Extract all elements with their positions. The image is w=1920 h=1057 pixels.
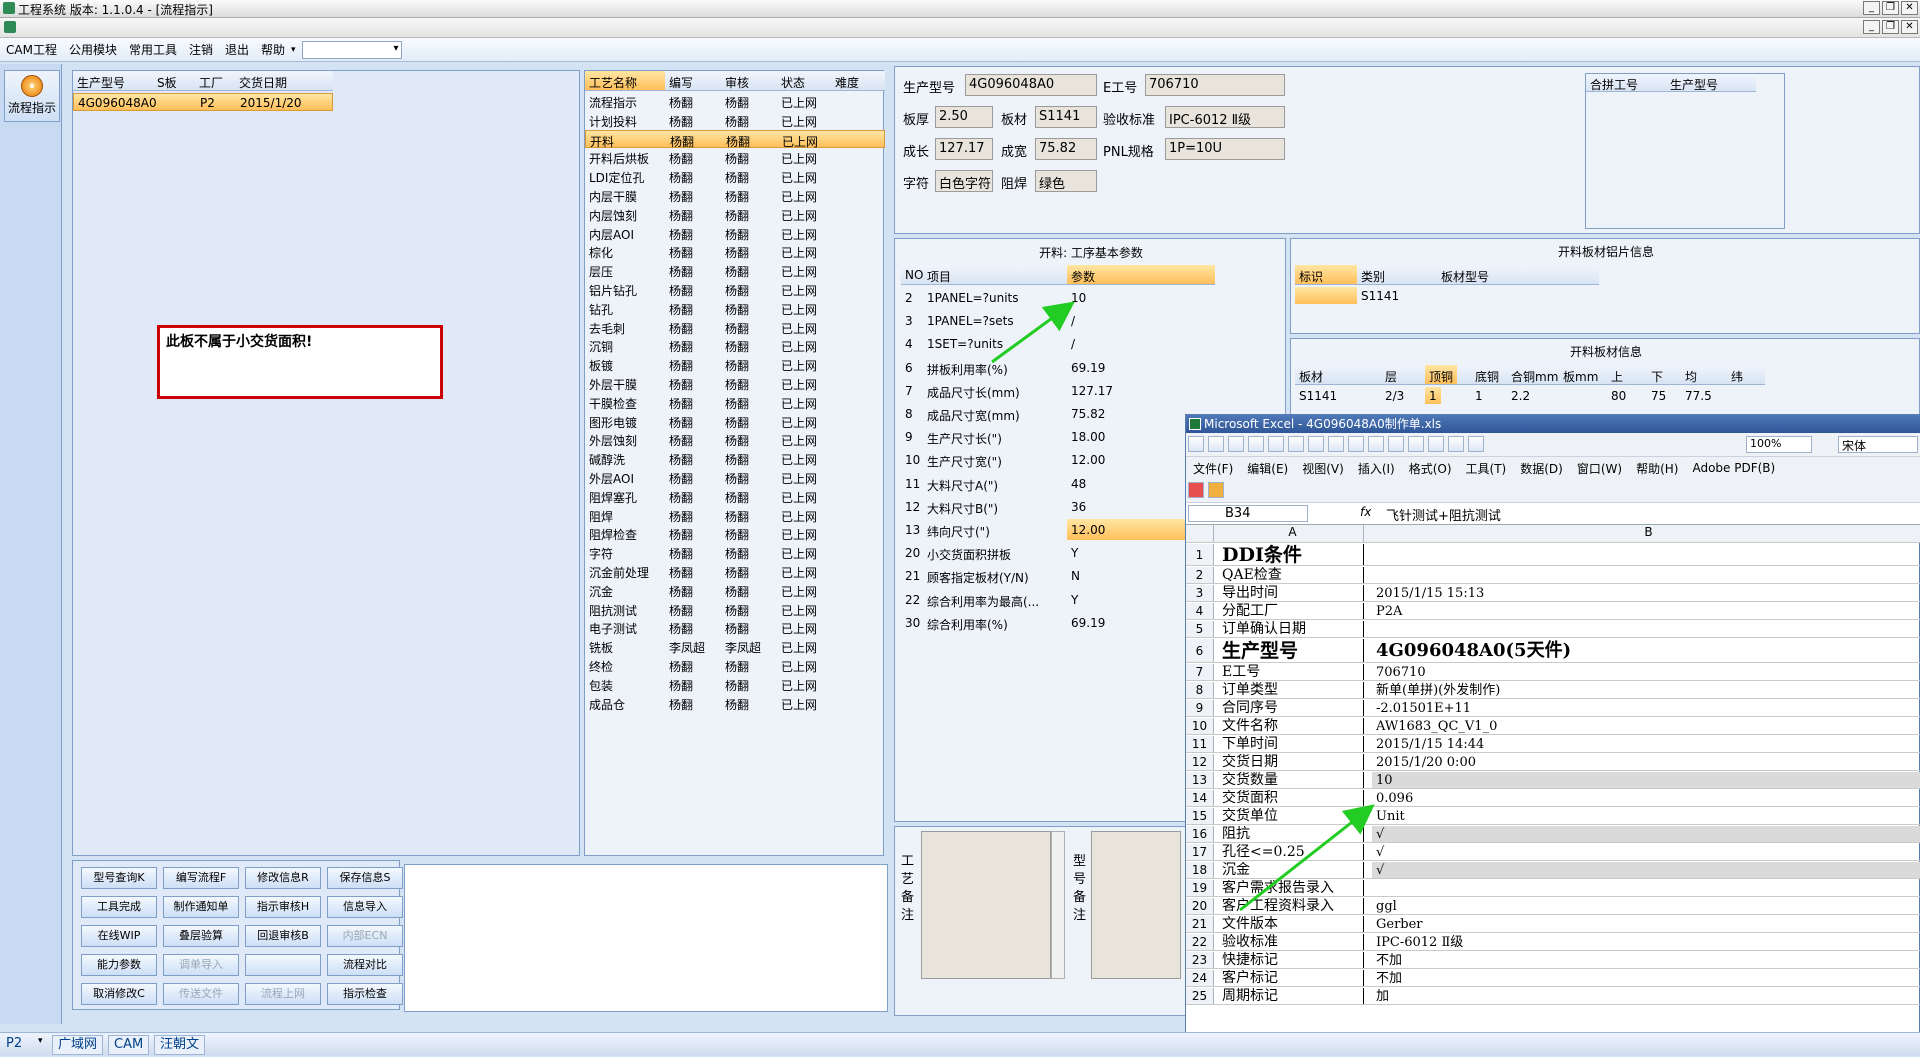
tab-wan[interactable]: 广域网: [52, 1035, 104, 1055]
status-bar: P2 ▾ 广域网 CAM 汪朝文: [0, 1032, 1920, 1056]
plant-select[interactable]: P2: [6, 1036, 22, 1051]
arrow-1panel: [991, 301, 1075, 364]
arrow-delivery-qty: [1239, 804, 1375, 912]
plant-dropdown-icon[interactable]: ▾: [38, 1036, 43, 1046]
tab-user[interactable]: 汪朝文: [154, 1035, 206, 1055]
annotation-arrows: [991, 301, 1375, 912]
tab-cam[interactable]: CAM: [108, 1035, 150, 1055]
